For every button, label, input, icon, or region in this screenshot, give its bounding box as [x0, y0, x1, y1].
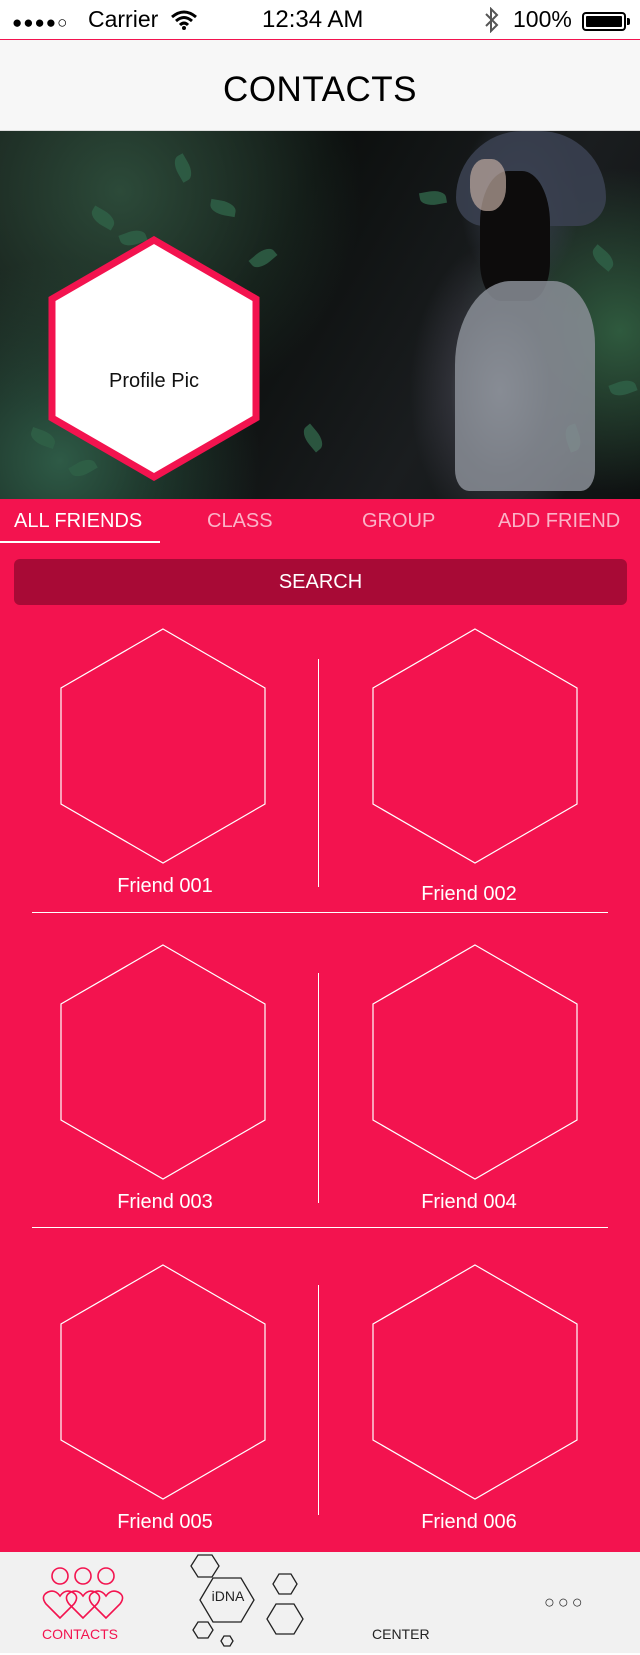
- friend-avatar-hexagon: [372, 944, 578, 1180]
- friend-name: Friend 002: [421, 883, 517, 905]
- friend-card[interactable]: Friend 001: [0, 628, 300, 928]
- column-divider: [318, 973, 319, 1203]
- tab-idna[interactable]: iDNA: [185, 1554, 315, 1650]
- friend-avatar-hexagon: [60, 628, 266, 864]
- clock: 12:34 AM: [262, 6, 364, 33]
- tab-all-friends[interactable]: ALL FRIENDS: [14, 510, 142, 533]
- more-menu-button[interactable]: ○○○: [544, 1592, 586, 1613]
- friend-card[interactable]: Friend 004: [312, 944, 612, 1244]
- friend-card[interactable]: Friend 002: [312, 628, 612, 928]
- tab-class[interactable]: CLASS: [207, 510, 273, 533]
- bottom-tab-bar: CONTACTS iDNA CENTER ○○○: [0, 1552, 640, 1653]
- bluetooth-icon: [483, 6, 501, 39]
- column-divider: [318, 1285, 319, 1515]
- tab-add-friend[interactable]: ADD FRIEND: [498, 510, 620, 533]
- friend-name: Friend 001: [117, 875, 213, 897]
- tab-group[interactable]: GROUP: [362, 510, 435, 533]
- carrier-label: Carrier: [88, 6, 159, 32]
- wifi-icon: [170, 9, 198, 37]
- contacts-panel: ALL FRIENDS CLASS GROUP ADD FRIEND SEARC…: [0, 499, 640, 1552]
- tab-contacts-label: CONTACTS: [42, 1626, 118, 1642]
- friend-avatar-hexagon: [60, 1264, 266, 1500]
- friend-avatar-hexagon: [372, 1264, 578, 1500]
- status-bar: ●●●●○ Carrier 12:34 AM 100%: [0, 0, 640, 40]
- tab-contacts[interactable]: CONTACTS: [30, 1560, 140, 1650]
- row-divider: [32, 1227, 608, 1228]
- battery-percent: 100%: [513, 6, 572, 32]
- search-button[interactable]: SEARCH: [14, 559, 627, 605]
- tab-center[interactable]: CENTER: [360, 1560, 450, 1650]
- friend-card[interactable]: Friend 003: [0, 944, 300, 1244]
- signal-strength: ●●●●○: [12, 13, 69, 32]
- contacts-icon: [42, 1567, 124, 1620]
- profile-pic-label: Profile Pic: [108, 370, 200, 392]
- friend-name: Friend 005: [117, 1511, 213, 1533]
- navigation-bar: CONTACTS: [0, 40, 640, 131]
- friend-card[interactable]: Friend 006: [312, 1264, 612, 1564]
- page-title: CONTACTS: [223, 70, 417, 109]
- profile-pic-hexagon[interactable]: [48, 236, 260, 481]
- battery-icon: [582, 12, 630, 31]
- row-divider: [32, 912, 608, 913]
- tab-center-label: CENTER: [372, 1626, 430, 1642]
- friend-name: Friend 004: [421, 1191, 517, 1213]
- tab-idna-label: iDNA: [211, 1588, 245, 1604]
- active-tab-indicator: [0, 541, 160, 543]
- friend-name: Friend 006: [421, 1511, 517, 1533]
- friend-avatar-hexagon: [372, 628, 578, 864]
- friend-card[interactable]: Friend 005: [0, 1264, 300, 1564]
- friend-name: Friend 003: [117, 1191, 213, 1213]
- friend-avatar-hexagon: [60, 944, 266, 1180]
- column-divider: [318, 659, 319, 887]
